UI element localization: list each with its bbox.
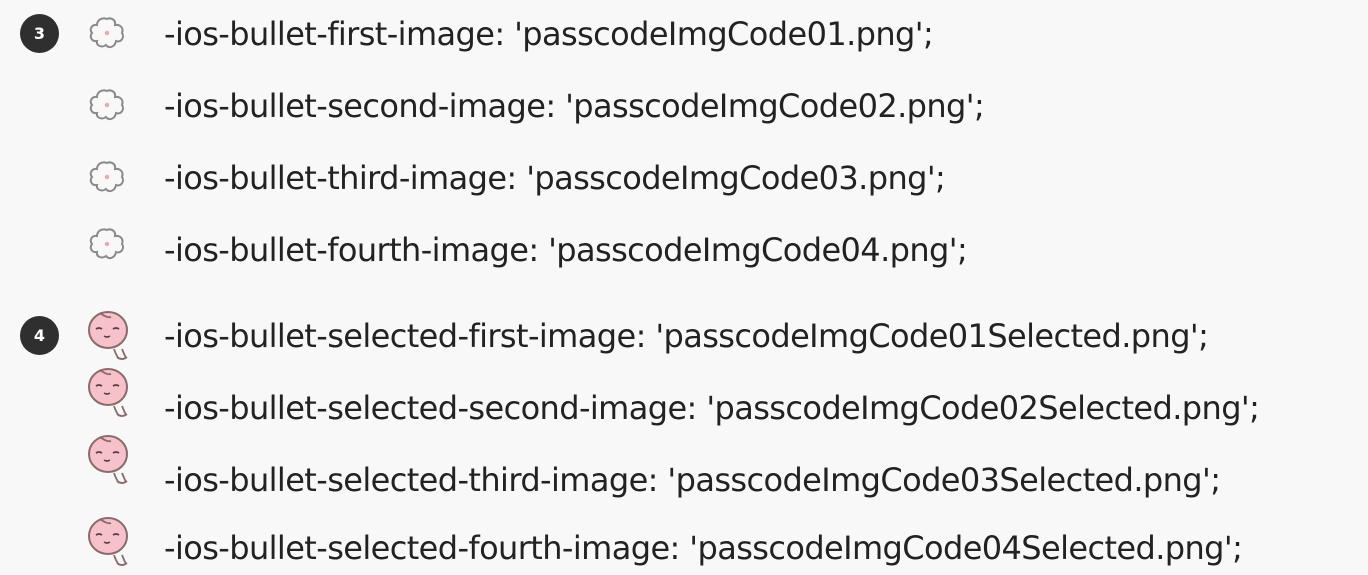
code-line: -ios-bullet-selected-second-image: 'pass…: [0, 368, 1368, 434]
code-line: -ios-bullet-selected-fourth-image: 'pass…: [0, 513, 1368, 573]
flower-outline-icon: [86, 87, 128, 123]
code-text: -ios-bullet-selected-first-image: 'passc…: [164, 317, 1209, 355]
step-badge-4: 4: [20, 316, 59, 355]
flower-outline-icon: [86, 15, 128, 51]
code-line: -ios-bullet-fourth-image: 'passcodeImgCo…: [0, 216, 1368, 276]
step-badge-3: 3: [20, 14, 59, 53]
code-line: -ios-bullet-second-image: 'passcodeImgCo…: [0, 72, 1368, 132]
peach-character-icon: [86, 513, 130, 571]
code-text: -ios-bullet-second-image: 'passcodeImgCo…: [164, 87, 985, 125]
peach-character-icon: [86, 431, 130, 489]
code-line: -ios-bullet-third-image: 'passcodeImgCod…: [0, 144, 1368, 204]
code-text: -ios-bullet-first-image: 'passcodeImgCod…: [164, 15, 934, 53]
code-snippet-document: 3 -ios-bullet-first-image: 'passcodeImgC…: [0, 0, 1368, 575]
code-text: -ios-bullet-selected-fourth-image: 'pass…: [164, 529, 1243, 567]
code-text: -ios-bullet-third-image: 'passcodeImgCod…: [164, 159, 946, 197]
flower-outline-icon: [86, 226, 128, 262]
code-line: -ios-bullet-selected-third-image: 'passc…: [0, 435, 1368, 506]
peach-character-icon: [86, 307, 130, 365]
code-line: 4 -ios-bullet-selected-first-image: 'pas…: [0, 302, 1368, 362]
flower-outline-icon: [86, 159, 128, 195]
code-line: 3 -ios-bullet-first-image: 'passcodeImgC…: [0, 0, 1368, 60]
code-text: -ios-bullet-selected-second-image: 'pass…: [164, 389, 1260, 427]
peach-character-icon: [86, 364, 130, 422]
code-text: -ios-bullet-fourth-image: 'passcodeImgCo…: [164, 231, 968, 269]
code-text: -ios-bullet-selected-third-image: 'passc…: [164, 461, 1221, 499]
